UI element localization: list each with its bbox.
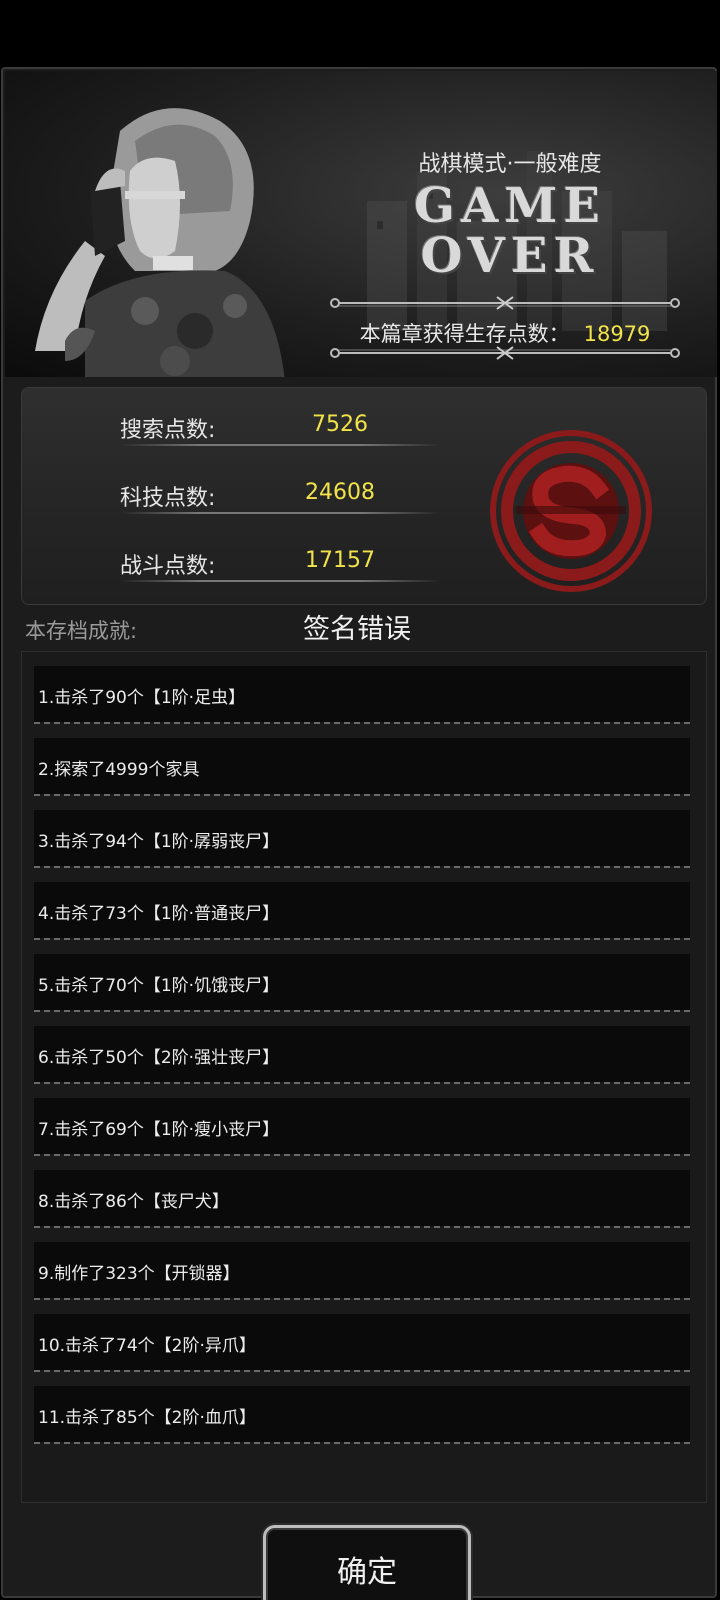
game-over-title: GAME OVER [395, 181, 625, 281]
result-dialog: 战棋模式·一般难度 GAME OVER 本篇章获得生存点数： 18979 搜索点… [1, 67, 717, 1600]
dashed-divider [34, 1154, 690, 1156]
list-item: 6.击杀了50个【2阶·强壮丧尸】 [34, 1026, 690, 1084]
tech-points-row: 科技点数: 24608 [120, 474, 440, 514]
achievement-text: 1.击杀了90个【1阶·足虫】 [38, 688, 246, 708]
row-divider [120, 580, 440, 582]
achievement-text: 2.探索了4999个家具 [38, 760, 200, 780]
search-points-value: 7526 [312, 412, 368, 437]
dashed-divider [34, 1298, 690, 1300]
achievements-label: 本存档成就: [25, 619, 138, 643]
game-over-title-line1: GAME [414, 178, 606, 234]
list-item: 1.击杀了90个【1阶·足虫】 [34, 666, 690, 724]
list-item: 3.击杀了94个【1阶·孱弱丧尸】 [34, 810, 690, 868]
achievement-text: 5.击杀了70个【1阶·饥饿丧尸】 [38, 976, 280, 996]
game-over-title-line2: OVER [420, 228, 600, 284]
survival-points-label: 本篇章获得生存点数： [359, 322, 570, 346]
list-item: 4.击杀了73个【1阶·普通丧尸】 [34, 882, 690, 940]
dashed-divider [34, 1082, 690, 1084]
combat-points-row: 战斗点数: 17157 [120, 542, 440, 582]
dashed-divider [34, 1442, 690, 1444]
tech-points-label: 科技点数: [120, 486, 216, 511]
list-item: 5.击杀了70个【1阶·饥饿丧尸】 [34, 954, 690, 1012]
survivor-character-image [35, 108, 285, 377]
list-item: 7.击杀了69个【1阶·瘦小丧尸】 [34, 1098, 690, 1156]
game-mode-label: 战棋模式·一般难度 [418, 152, 602, 177]
achievement-text: 3.击杀了94个【1阶·孱弱丧尸】 [38, 832, 280, 852]
list-item: 10.击杀了74个【2阶·异爪】 [34, 1314, 690, 1372]
tech-points-value: 24608 [305, 480, 375, 505]
achievement-text: 11.击杀了85个【2阶·血爪】 [38, 1408, 256, 1428]
dashed-divider [34, 1010, 690, 1012]
list-item: 2.探索了4999个家具 [34, 738, 690, 796]
dashed-divider [34, 938, 690, 940]
search-points-label: 搜索点数: [120, 418, 216, 443]
list-item: 8.击杀了86个【丧尸犬】 [34, 1170, 690, 1228]
achievement-text: 9.制作了323个【开锁器】 [38, 1264, 240, 1284]
list-item: 9.制作了323个【开锁器】 [34, 1242, 690, 1300]
game-over-banner: 战棋模式·一般难度 GAME OVER 本篇章获得生存点数： 18979 [5, 71, 717, 377]
achievement-text: 10.击杀了74个【2阶·异爪】 [38, 1336, 256, 1356]
ornament-divider-bottom [330, 346, 680, 360]
survival-points-value: 18979 [583, 322, 651, 346]
red-s-seal-icon [490, 430, 652, 592]
list-item: 11.击杀了85个【2阶·血爪】 [34, 1386, 690, 1444]
dashed-divider [34, 1226, 690, 1228]
game-over-screen: 战棋模式·一般难度 GAME OVER 本篇章获得生存点数： 18979 搜索点… [0, 0, 720, 1600]
achievement-text: 4.击杀了73个【1阶·普通丧尸】 [38, 904, 280, 924]
search-points-row: 搜索点数: 7526 [120, 406, 440, 446]
dashed-divider [34, 866, 690, 868]
ornament-divider-top [330, 296, 680, 310]
row-divider [120, 512, 440, 514]
achievement-text: 7.击杀了69个【1阶·瘦小丧尸】 [38, 1120, 280, 1140]
row-divider [120, 444, 440, 446]
confirm-button[interactable]: 确定 [263, 1525, 471, 1600]
stats-panel: 搜索点数: 7526 科技点数: 24608 战斗点数: 17157 [21, 387, 707, 605]
combat-points-label: 战斗点数: [120, 554, 216, 579]
survival-points-line: 本篇章获得生存点数： 18979 [325, 318, 685, 348]
dashed-divider [34, 722, 690, 724]
achievement-text: 6.击杀了50个【2阶·强壮丧尸】 [38, 1048, 280, 1068]
combat-points-value: 17157 [305, 548, 375, 573]
dashed-divider [34, 794, 690, 796]
achievements-list[interactable]: 1.击杀了90个【1阶·足虫】 2.探索了4999个家具 3.击杀了94个【1阶… [21, 651, 707, 1503]
achievement-text: 8.击杀了86个【丧尸犬】 [38, 1192, 229, 1212]
dashed-divider [34, 1370, 690, 1372]
signature-error-text: 签名错误 [303, 614, 411, 645]
